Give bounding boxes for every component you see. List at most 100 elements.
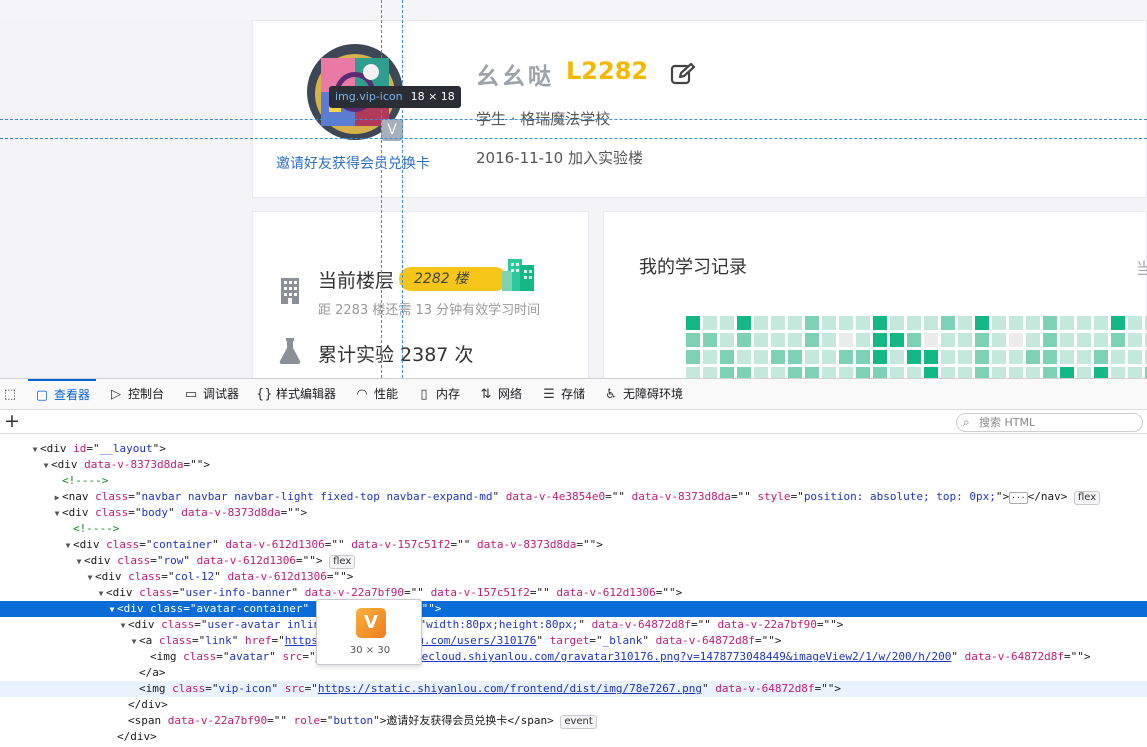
tab-accessibility[interactable]: ♿ 无障碍环境 <box>603 379 683 410</box>
markup-node[interactable]: ▶ <nav class="navbar navbar navbar-light … <box>0 489 1147 505</box>
markup-token: data-v-64872d8f <box>591 618 691 631</box>
markup-token: role <box>293 714 321 727</box>
expand-toggle-icon[interactable]: ▼ <box>74 554 84 570</box>
tab-inspector[interactable]: ▢ 查看器 <box>28 379 97 410</box>
heatmap-cell <box>856 350 870 364</box>
expand-toggle-icon[interactable]: ▼ <box>129 634 139 650</box>
heatmap-cell <box>924 333 938 347</box>
markup-node[interactable]: ▼ <div class="user-info-banner" data-v-22… <box>0 585 1147 601</box>
markup-token: data-v-612d1306 <box>556 586 656 599</box>
markup-node[interactable]: <!----> <box>0 521 1147 537</box>
heatmap-cell <box>924 316 938 330</box>
tab-network[interactable]: ⇅ 网络 <box>478 379 522 410</box>
markup-token: =" <box>271 634 285 647</box>
heatmap-cell <box>686 316 700 330</box>
expand-toggle-icon[interactable]: ▼ <box>96 586 106 602</box>
markup-token: class <box>150 602 184 615</box>
markup-node[interactable]: ▼<div class="user-avatar inline-block" s… <box>0 617 1147 633</box>
expand-toggle-icon[interactable]: ▼ <box>63 538 73 554</box>
heatmap-cell <box>839 333 853 347</box>
markup-node[interactable]: <img class="vip-icon" src="https://stati… <box>0 681 1147 697</box>
element-picker-icon[interactable]: ⬚ <box>2 379 22 410</box>
markup-node[interactable]: ▼ <div id="__layout"> <box>0 441 1147 457</box>
heatmap-cell <box>788 350 802 364</box>
search-html-input[interactable]: ⌕ 搜索 HTML <box>956 413 1143 432</box>
expand-toggle-icon[interactable]: ▼ <box>52 506 62 522</box>
markup-node[interactable]: </a> <box>0 665 1147 681</box>
markup-node[interactable]: ▼<a class="link" href="https://www.shiya… <box>0 633 1147 649</box>
markup-node[interactable]: ▼ <div class="col-12" data-v-612d1306=""> <box>0 569 1147 585</box>
markup-token: </div> <box>128 698 168 711</box>
heatmap-cell <box>924 367 938 378</box>
markup-token: body <box>141 506 169 519</box>
heatmap-cell <box>703 367 717 378</box>
edit-icon[interactable] <box>670 62 696 86</box>
expand-toggle-icon[interactable]: ▼ <box>118 618 128 634</box>
heatmap-cell <box>975 316 989 330</box>
tab-console[interactable]: ▷ 控制台 <box>108 379 164 410</box>
markup-node[interactable]: </div> <box>0 729 1147 745</box>
expand-toggle-icon[interactable]: ▼ <box>30 442 40 458</box>
tab-performance[interactable]: ◠ 性能 <box>354 379 398 410</box>
markup-node[interactable]: ▼ <div class="container" data-v-612d1306=… <box>0 537 1147 553</box>
markup-token: ="" <box>450 538 478 551</box>
building-icon <box>281 278 299 304</box>
markup-token: <div <box>95 570 129 583</box>
markup-node[interactable]: ▼ <div class="row" data-v-612d1306=""> fl… <box>0 553 1147 569</box>
markup-node[interactable]: <span data-v-22a7bf90="" role="button">邀… <box>0 713 1147 729</box>
expand-toggle-icon[interactable]: ▼ <box>41 458 51 474</box>
heatmap-cell <box>686 350 700 364</box>
search-icon: ⌕ <box>963 415 970 429</box>
markup-node[interactable]: </div> <box>0 697 1147 713</box>
heatmap-cell <box>771 316 785 330</box>
heatmap-cell <box>1026 316 1040 330</box>
markup-token: button <box>333 714 374 727</box>
tooltip-size: 18 × 18 <box>410 90 455 103</box>
heatmap-cell <box>839 316 853 330</box>
heatmap-cell <box>1060 333 1074 347</box>
heatmap-cell <box>873 316 887 330</box>
tooltip-selector: img.vip-icon <box>335 90 403 103</box>
search-placeholder: 搜索 HTML <box>979 416 1036 429</box>
heatmap-cell <box>822 333 836 347</box>
invite-link[interactable]: 邀请好友获得会员兑换卡 <box>276 153 430 173</box>
floor-building-icon <box>502 259 534 291</box>
tab-memory[interactable]: ▯ 内存 <box>416 379 460 410</box>
expand-toggle-icon[interactable]: ▶ <box>52 490 62 506</box>
markup-node[interactable]: ▼ <div class="body" data-v-8373d8da=""> <box>0 505 1147 521</box>
markup-token: <div <box>128 618 162 631</box>
markup-node[interactable]: <img class="avatar" src="https://dn-simp… <box>0 649 1147 665</box>
heatmap-cell <box>822 316 836 330</box>
tab-storage[interactable]: ☰ 存储 <box>541 379 585 410</box>
tab-debugger[interactable]: ▭ 调试器 <box>183 379 239 410</box>
markup-node[interactable]: ▼<div class="avatar-container" data-v-22… <box>0 601 1147 617</box>
markup-token: avatar <box>229 650 270 663</box>
heatmap-cell <box>839 350 853 364</box>
heatmap-cell <box>1077 316 1091 330</box>
markup-token: =" <box>790 490 804 503</box>
markup-node[interactable]: <!----> <box>0 473 1147 489</box>
markup-token: style <box>757 490 791 503</box>
inspector-tooltip: img.vip-icon 18 × 18 <box>329 86 461 108</box>
heatmap-cell <box>686 333 700 347</box>
current-floor-label: 当前楼层 <box>318 270 395 292</box>
flask-icon <box>279 338 301 364</box>
tab-style-editor[interactable]: {} 样式编辑器 <box>256 379 336 410</box>
add-node-button[interactable]: + <box>4 411 20 431</box>
markup-token: https://static.shiyanlou.com/frontend/di… <box>317 682 702 695</box>
markup-token: data-v-8373d8da <box>84 458 184 471</box>
heatmap-cell <box>907 316 921 330</box>
heatmap-cell <box>788 316 802 330</box>
markup-token: =""> <box>655 586 683 599</box>
page-viewport: V 邀请好友获得会员兑换卡 幺幺哒 L2282 学生 · 格瑞魔法学校 2016… <box>0 0 1147 378</box>
learning-record-tab[interactable]: 当 <box>1136 255 1147 279</box>
heatmap-cell <box>1060 350 1074 364</box>
heatmap-cell <box>754 333 768 347</box>
activity-heatmap <box>686 316 1147 378</box>
markup-node[interactable]: ▼ <div data-v-8373d8da=""> <box>0 457 1147 473</box>
markup-token: =" <box>161 570 175 583</box>
markup-token: <span <box>128 714 168 727</box>
markup-token: ="" <box>267 714 294 727</box>
expand-toggle-icon[interactable]: ▼ <box>107 602 117 618</box>
expand-toggle-icon[interactable]: ▼ <box>85 570 95 586</box>
